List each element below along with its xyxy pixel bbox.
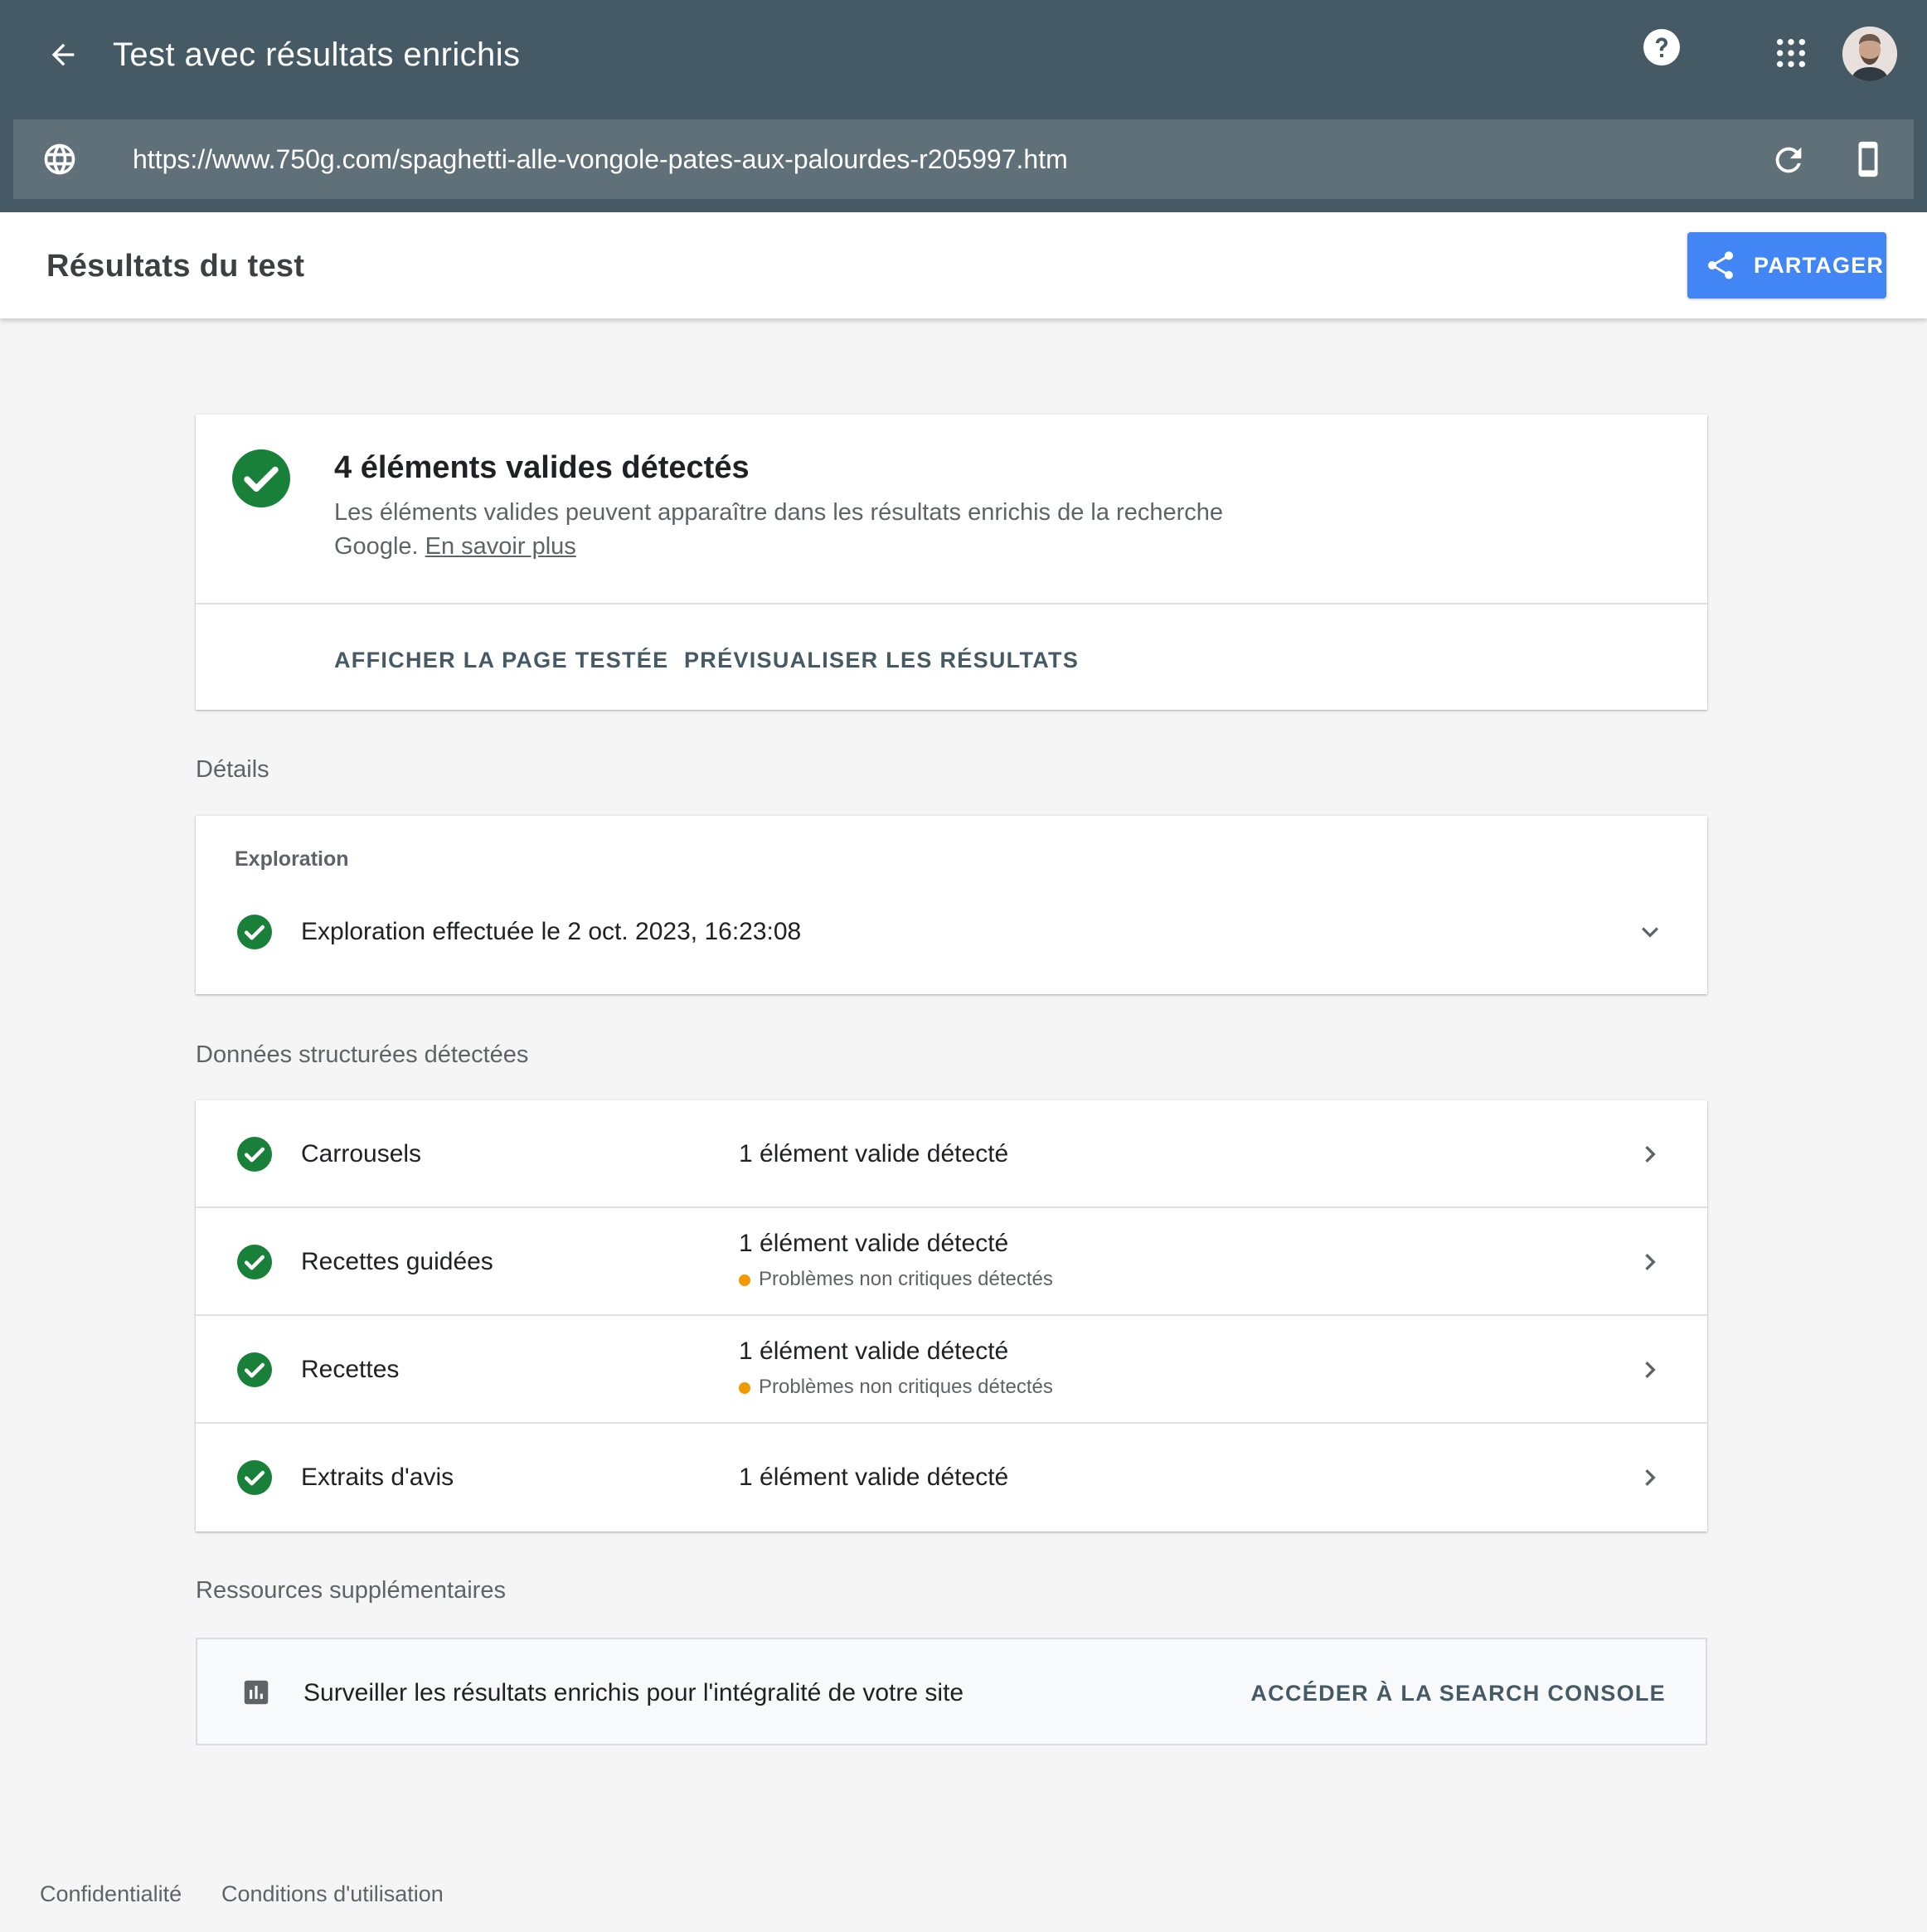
check-circle-icon [237, 915, 272, 949]
structured-data-status: 1 élément valide détecté [739, 1337, 1009, 1365]
structured-data-name: Recettes guidées [301, 1248, 493, 1275]
results-header: Résultats du test PARTAGER [0, 212, 1927, 318]
help-circle-icon [1643, 29, 1680, 66]
back-button[interactable] [38, 30, 88, 80]
url-input[interactable]: https://www.750g.com/spaghetti-alle-vong… [133, 139, 1068, 179]
structured-data-name: Carrousels [301, 1140, 422, 1167]
exploration-row[interactable]: Exploration effectuée le 2 oct. 2023, 16… [196, 899, 1707, 965]
resources-card: Surveiller les résultats enrichis pour l… [196, 1638, 1707, 1745]
warning-dot-icon [739, 1274, 750, 1286]
check-circle-icon [237, 1245, 272, 1279]
chevron-right-icon [1645, 1146, 1656, 1163]
structured-data-status: 1 élément valide détecté [739, 1230, 1009, 1257]
summary-card: 4 éléments valides détectés Les éléments… [196, 415, 1707, 710]
check-circle-icon [232, 449, 290, 507]
device-toggle-button[interactable] [1849, 139, 1887, 179]
structured-data-warning-text: Problèmes non critiques détectés [759, 1376, 1053, 1398]
results-title: Résultats du test [46, 249, 305, 284]
view-tested-page-button[interactable]: AFFICHER LA PAGE TESTÉE [334, 635, 668, 685]
structured-data-warning-text: Problèmes non critiques détectés [759, 1268, 1053, 1290]
resources-text: Surveiller les résultats enrichis pour l… [303, 1679, 964, 1706]
structured-data-warning: Problèmes non critiques détectés [739, 1372, 1053, 1402]
search-console-button[interactable]: ACCÉDER À LA SEARCH CONSOLE [1250, 1672, 1666, 1714]
structured-data-name: Extraits d'avis [301, 1464, 454, 1491]
details-section-label: Détails [196, 756, 269, 783]
smartphone-icon [1858, 141, 1878, 177]
apps-button[interactable] [1774, 36, 1808, 70]
exploration-text: Exploration effectuée le 2 oct. 2023, 16… [301, 918, 802, 945]
check-circle-icon [237, 1137, 272, 1172]
exploration-card: Exploration Exploration effectuée le 2 o… [196, 816, 1707, 994]
globe-icon [44, 143, 75, 175]
structured-data-row-extraits-avis[interactable]: Extraits d'avis 1 élément valide détecté [196, 1424, 1707, 1532]
structured-data-status: 1 élément valide détecté [739, 1140, 1009, 1167]
structured-data-section-label: Données structurées détectées [196, 1041, 529, 1068]
chevron-down-icon [1642, 927, 1658, 938]
check-circle-icon [237, 1352, 272, 1387]
warning-dot-icon [739, 1382, 750, 1394]
share-label: PARTAGER [1754, 253, 1885, 278]
bar-chart-icon [244, 1680, 269, 1705]
structured-data-row-recettes-guidees[interactable]: Recettes guidées 1 élément valide détect… [196, 1208, 1707, 1316]
terms-link[interactable]: Conditions d'utilisation [221, 1877, 444, 1910]
refresh-icon [1775, 147, 1802, 173]
preview-results-button[interactable]: PRÉVISUALISER LES RÉSULTATS [684, 635, 1079, 685]
summary-description: Les éléments valides peuvent apparaître … [334, 496, 1288, 564]
structured-data-card: Carrousels 1 élément valide détecté Rece… [196, 1100, 1707, 1532]
app-header: Test avec résultats enrichis https://www… [0, 0, 1927, 212]
summary-title: 4 éléments valides détectés [334, 450, 750, 485]
structured-data-status: 1 élément valide détecté [739, 1464, 1009, 1491]
check-circle-icon [237, 1460, 272, 1495]
chevron-right-icon [1645, 1362, 1656, 1378]
app-title: Test avec résultats enrichis [113, 36, 521, 73]
summary-divider [196, 603, 1707, 604]
share-button[interactable]: PARTAGER [1687, 232, 1886, 299]
structured-data-name: Recettes [301, 1356, 400, 1383]
structured-data-row-recettes[interactable]: Recettes 1 élément valide détecté Problè… [196, 1316, 1707, 1424]
apps-grid-icon [1777, 39, 1805, 67]
resources-section-label: Ressources supplémentaires [196, 1577, 506, 1604]
avatar-portrait [1842, 27, 1897, 81]
structured-data-row-carrousels[interactable]: Carrousels 1 élément valide détecté [196, 1100, 1707, 1208]
structured-data-warning: Problèmes non critiques détectés [739, 1265, 1053, 1294]
chevron-right-icon [1645, 1254, 1656, 1270]
share-icon [1707, 251, 1734, 279]
help-button[interactable] [1642, 27, 1682, 67]
privacy-link[interactable]: Confidentialité [40, 1877, 182, 1910]
url-bar: https://www.750g.com/spaghetti-alle-vong… [13, 119, 1914, 199]
refresh-button[interactable] [1769, 141, 1808, 179]
user-avatar[interactable] [1842, 27, 1897, 81]
exploration-label: Exploration [235, 847, 349, 871]
chevron-right-icon [1645, 1469, 1656, 1486]
arrow-left-icon [51, 43, 75, 66]
learn-more-link[interactable]: En savoir plus [425, 533, 576, 560]
